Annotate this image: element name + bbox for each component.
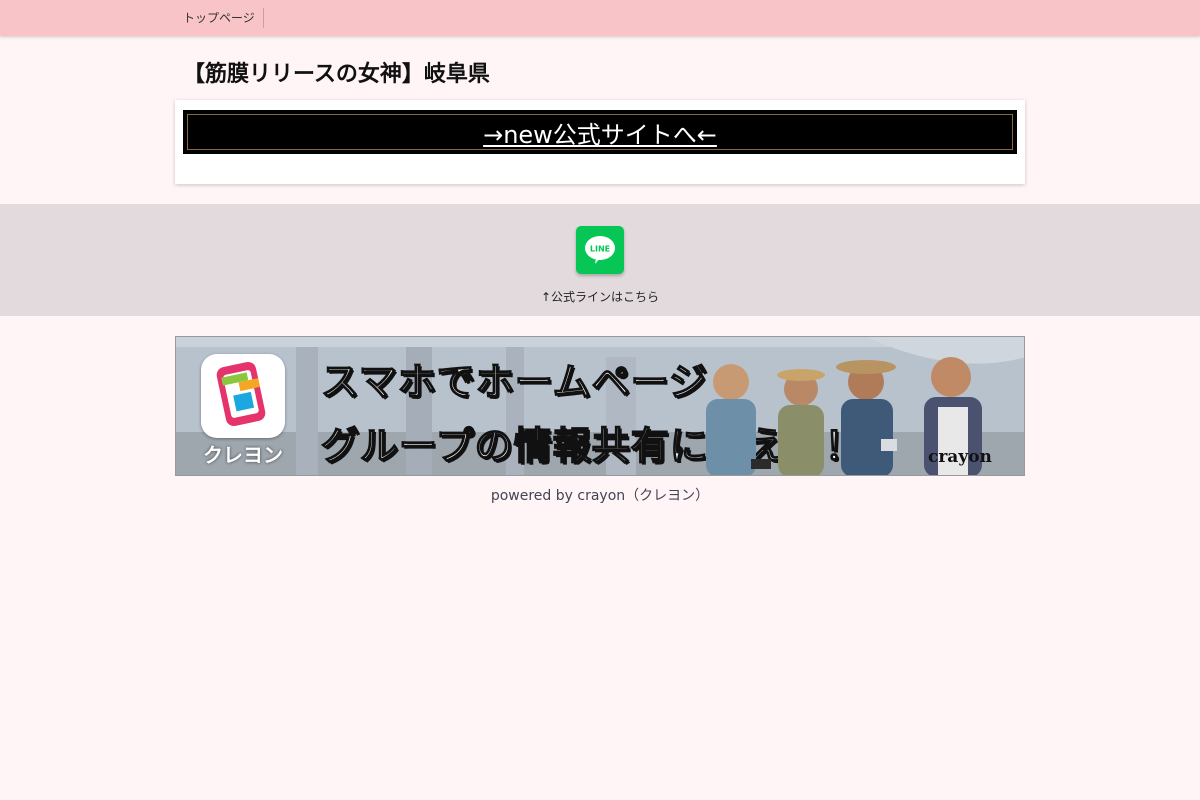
official-site-link[interactable]: →new公式サイトへ← (183, 110, 1017, 154)
content-card: →new公式サイトへ← (175, 100, 1025, 184)
official-site-link-label: →new公式サイトへ← (483, 120, 717, 149)
line-caption: ↑公式ラインはこちら (540, 290, 660, 304)
ad-headline-line1: スマホでホームページ (320, 359, 708, 405)
top-header-bar: トップページ (0, 0, 1200, 36)
crayon-app-name: クレヨン (203, 443, 283, 467)
line-speech-bubble-icon: LINE (585, 236, 615, 264)
nav-item-top-page[interactable]: トップページ (175, 8, 264, 28)
page-title: 【筋膜リリースの女神】岐阜県 (183, 61, 490, 87)
phone-logo-icon (216, 361, 266, 427)
top-navigation: トップページ (175, 8, 264, 28)
crayon-brand-logo: crayon (928, 447, 992, 467)
line-icon[interactable]: LINE (576, 226, 624, 274)
line-section: LINE ↑公式ラインはこちら (0, 204, 1200, 316)
crayon-app-icon (201, 354, 285, 438)
line-icon-label: LINE (590, 245, 610, 254)
powered-by-text: powered by crayon（クレヨン） (490, 488, 710, 504)
crayon-ad-banner[interactable]: クレヨン スマホでホームページ グループの情報共有に使える！ crayon (175, 336, 1025, 476)
